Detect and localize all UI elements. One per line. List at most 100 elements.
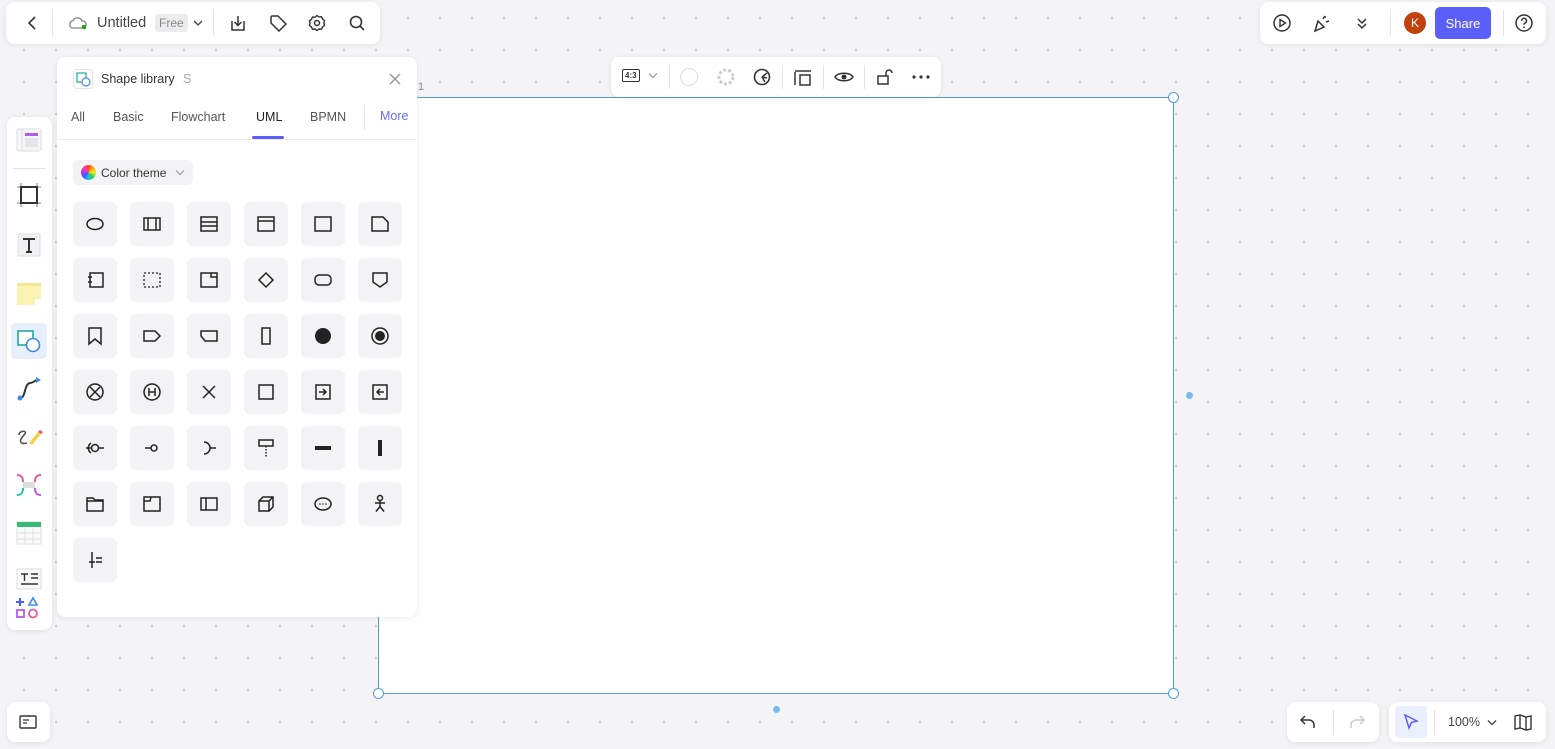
shape-history[interactable]: [130, 370, 174, 414]
shape-node[interactable]: [244, 482, 288, 526]
shape-tag-notch[interactable]: [187, 314, 231, 358]
plan-badge[interactable]: Free: [155, 14, 188, 32]
shape-square[interactable]: [244, 370, 288, 414]
tab-bpmn[interactable]: BPMN: [310, 110, 346, 124]
shape-provided-interface[interactable]: [73, 426, 117, 470]
connection-point[interactable]: [773, 706, 780, 713]
tool-sticky-note[interactable]: [11, 275, 47, 311]
shape-bookmark[interactable]: [73, 314, 117, 358]
map-icon[interactable]: [1509, 708, 1537, 736]
tool-frame[interactable]: [11, 177, 47, 213]
shape-actor[interactable]: [358, 482, 402, 526]
tab-more[interactable]: More: [380, 109, 408, 123]
avatar[interactable]: K: [1404, 12, 1426, 34]
zoom-level[interactable]: 100%: [1448, 715, 1480, 729]
preview-icon[interactable]: [830, 63, 858, 91]
shape-fork-vertical[interactable]: [358, 426, 402, 470]
shape-sequence-bar[interactable]: [73, 538, 117, 582]
tool-connector[interactable]: [11, 371, 47, 407]
history-icon: [143, 383, 161, 401]
panel-title: Shape library: [101, 72, 175, 86]
shape-pentagon-down[interactable]: [358, 258, 402, 302]
unlock-icon[interactable]: [871, 63, 899, 91]
panel-icon[interactable]: [14, 708, 42, 736]
tool-shapes[interactable]: [11, 323, 47, 359]
ratio-selector[interactable]: 4:3: [622, 69, 658, 82]
folder-icon: [86, 497, 104, 512]
cloud-icon: [68, 16, 88, 30]
shape-fork-horizontal[interactable]: [301, 426, 345, 470]
share-button[interactable]: Share: [1435, 7, 1491, 39]
use-case-icon: [314, 497, 332, 511]
provided-interface-icon: [86, 442, 104, 454]
tag-icon[interactable]: [264, 9, 292, 37]
search-icon[interactable]: [343, 9, 371, 37]
color-theme-dropdown[interactable]: Color theme: [73, 160, 193, 185]
tab-basic[interactable]: Basic: [113, 110, 144, 124]
fill-color-icon[interactable]: [675, 63, 703, 91]
shape-ellipse[interactable]: [73, 202, 117, 246]
shape-dashed-rect[interactable]: [130, 258, 174, 302]
shape-pin-dotted[interactable]: [244, 426, 288, 470]
shape-tall-rect[interactable]: [244, 314, 288, 358]
shape-send-signal[interactable]: [301, 370, 345, 414]
chevron-down-icon[interactable]: [1487, 719, 1497, 726]
frame-icon: [17, 183, 41, 207]
tool-more-shapes[interactable]: [11, 591, 47, 627]
shape-cross[interactable]: [187, 370, 231, 414]
shape-lifeline[interactable]: [187, 482, 231, 526]
celebrate-icon[interactable]: [1308, 9, 1336, 37]
help-icon[interactable]: [1510, 9, 1538, 37]
tool-text[interactable]: [11, 227, 47, 263]
shape-tag-right[interactable]: [130, 314, 174, 358]
more-icon[interactable]: [907, 63, 935, 91]
theme-icon[interactable]: [748, 63, 776, 91]
connection-point[interactable]: [1186, 392, 1193, 399]
tool-table[interactable]: [11, 515, 47, 551]
shape-decision[interactable]: [244, 258, 288, 302]
border-icon[interactable]: [712, 63, 740, 91]
frame-label[interactable]: 1: [418, 81, 424, 93]
tool-mind-map[interactable]: [11, 467, 47, 503]
shape-class[interactable]: [130, 202, 174, 246]
close-icon[interactable]: [381, 65, 409, 93]
shape-initial-state[interactable]: [301, 314, 345, 358]
flow-final-icon: [86, 383, 104, 401]
tab-all[interactable]: All: [71, 110, 85, 124]
download-icon[interactable]: [224, 9, 252, 37]
shape-required-lollipop[interactable]: [130, 426, 174, 470]
shape-final-state[interactable]: [358, 314, 402, 358]
resize-handle[interactable]: [373, 688, 384, 699]
document-title[interactable]: Untitled: [97, 15, 146, 31]
select-icon[interactable]: [1395, 706, 1427, 738]
shape-receive-signal[interactable]: [358, 370, 402, 414]
shape-flow-final[interactable]: [73, 370, 117, 414]
fit-content-icon[interactable]: [789, 63, 817, 91]
shape-interface[interactable]: [244, 202, 288, 246]
shape-frame[interactable]: [130, 482, 174, 526]
expand-more-icon[interactable]: [1348, 9, 1376, 37]
shape-package-box[interactable]: [187, 258, 231, 302]
shape-rectangle[interactable]: [301, 202, 345, 246]
shape-component[interactable]: [73, 258, 117, 302]
shape-socket[interactable]: [187, 426, 231, 470]
redo-icon[interactable]: [1343, 708, 1371, 736]
resize-handle[interactable]: [1168, 92, 1179, 103]
undo-icon[interactable]: [1294, 708, 1322, 736]
shape-use-case[interactable]: [301, 482, 345, 526]
tool-pen[interactable]: [11, 419, 47, 455]
shape-class-list[interactable]: [187, 202, 231, 246]
shape-folder[interactable]: [73, 482, 117, 526]
settings-icon[interactable]: [303, 9, 331, 37]
chevron-down-icon[interactable]: [193, 19, 203, 27]
canvas-frame[interactable]: [378, 97, 1174, 694]
tab-uml[interactable]: UML: [256, 110, 282, 124]
shape-rounded-rect[interactable]: [301, 258, 345, 302]
resize-handle[interactable]: [1168, 688, 1179, 699]
tool-templates[interactable]: [11, 123, 47, 159]
back-icon[interactable]: [19, 9, 47, 37]
shape-note[interactable]: [358, 202, 402, 246]
tab-flowchart[interactable]: Flowchart: [171, 110, 225, 124]
more-shapes-icon: [16, 596, 39, 619]
present-icon[interactable]: [1268, 9, 1296, 37]
